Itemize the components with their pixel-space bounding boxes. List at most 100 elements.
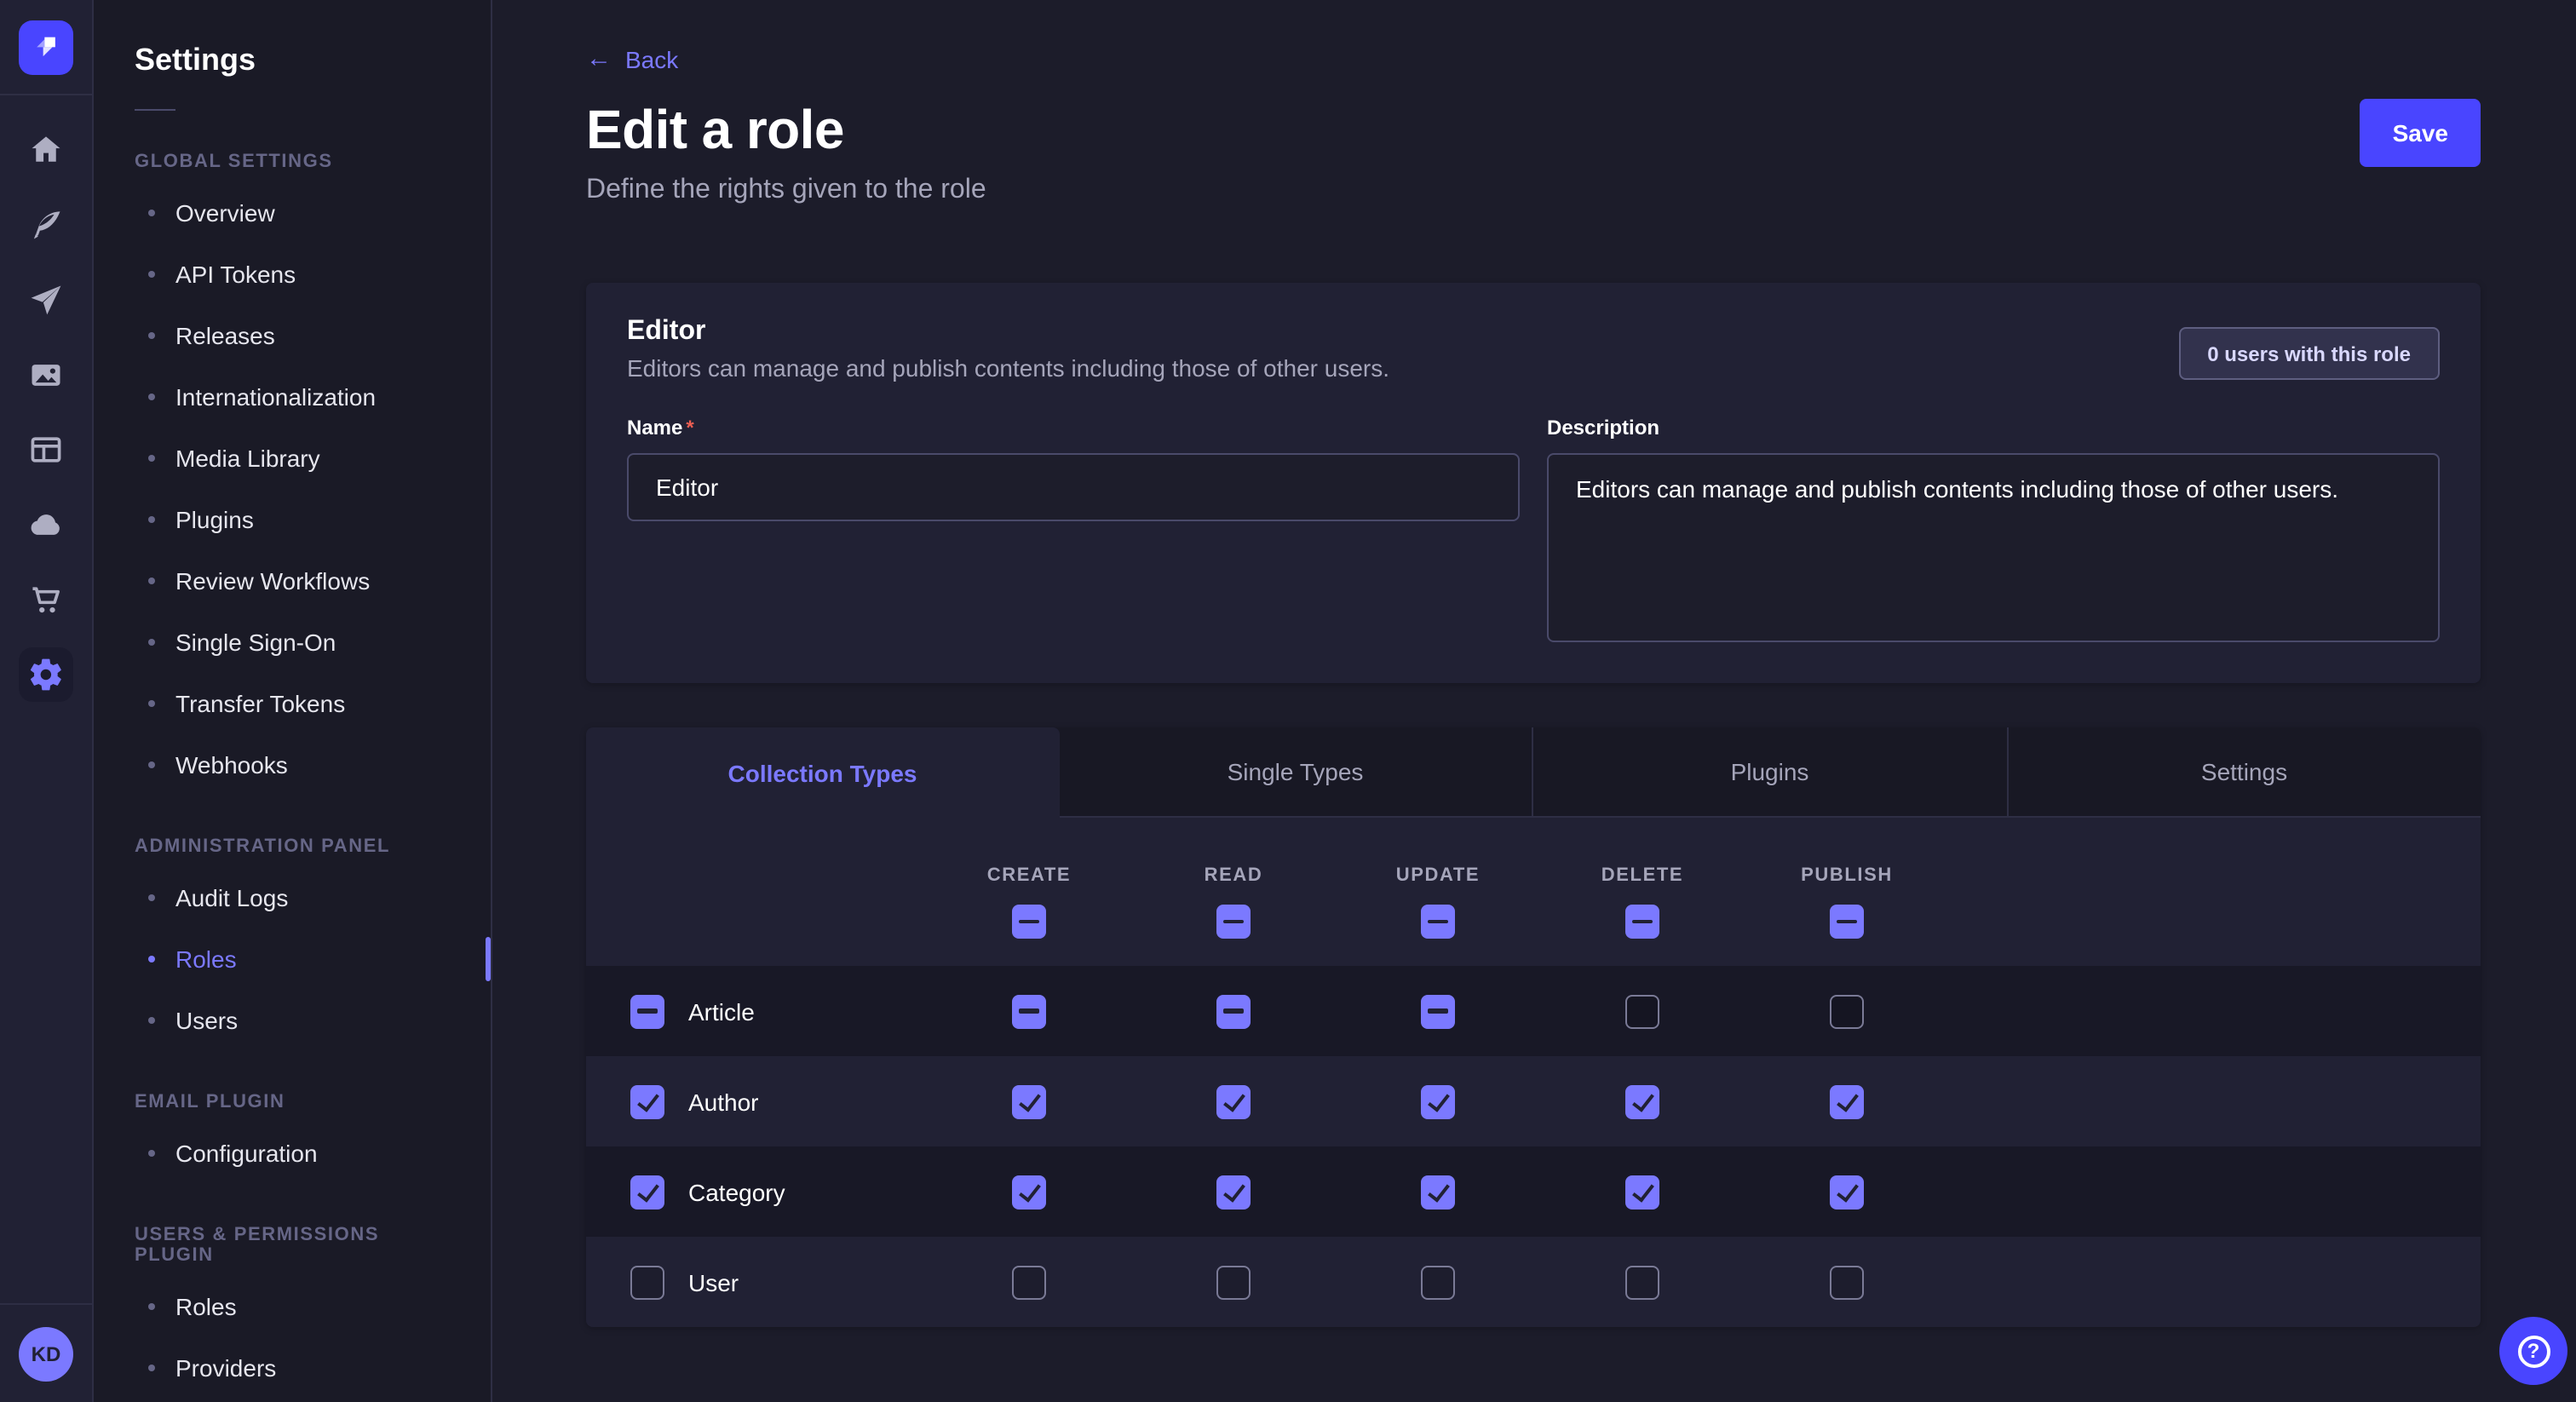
save-button[interactable]: Save [2360,99,2481,167]
sidebar-item-transfer-tokens[interactable]: Transfer Tokens [135,673,450,734]
permissions-tabs: Collection Types Single Types Plugins Se… [586,727,2481,818]
author-create-checkbox[interactable] [1012,1084,1046,1118]
rail-bottom: KD [0,1303,92,1402]
tab-settings[interactable]: Settings [2006,727,2481,816]
sidebar-item-providers[interactable]: Providers [135,1337,450,1399]
table-row-category: Category [586,1146,2481,1237]
sidebar-item-webhooks[interactable]: Webhooks [135,734,450,796]
sidebar-item-audit-logs[interactable]: Audit Logs [135,867,450,928]
sidebar-item-review-workflows[interactable]: Review Workflows [135,550,450,612]
article-delete-checkbox[interactable] [1625,994,1659,1028]
user-publish-checkbox[interactable] [1830,1265,1864,1299]
user-update-checkbox[interactable] [1421,1265,1455,1299]
bullet-icon [148,210,155,216]
description-textarea[interactable]: Editors can manage and publish contents … [1547,453,2440,642]
select-all-row [586,905,2481,939]
select-all-update-checkbox[interactable] [1421,905,1455,939]
home-icon[interactable] [19,123,73,177]
divider [135,109,175,111]
settings-icon[interactable] [19,647,73,702]
bullet-icon [148,455,155,462]
name-label: Name* [627,416,1520,440]
back-label: Back [625,45,678,72]
permissions-rows: Article Author [586,966,2481,1327]
select-all-read-checkbox[interactable] [1216,905,1251,939]
rail-nav [19,123,73,1303]
select-all-create-checkbox[interactable] [1012,905,1046,939]
table-row-user: User [586,1237,2481,1327]
sidebar-item-api-tokens[interactable]: API Tokens [135,244,450,305]
bullet-icon [148,894,155,901]
author-update-checkbox[interactable] [1421,1084,1455,1118]
sidebar-item-internationalization[interactable]: Internationalization [135,366,450,428]
sidebar-item-overview[interactable]: Overview [135,182,450,244]
bullet-icon [148,956,155,962]
bullet-icon [148,394,155,400]
section-administration-panel: ADMINISTRATION PANEL [135,836,450,857]
category-delete-checkbox[interactable] [1625,1175,1659,1209]
table-row-author: Author [586,1056,2481,1146]
permissions-table: CREATE READ UPDATE DELETE PUBLISH [586,818,2481,1327]
users-with-role-badge[interactable]: 0 users with this role [2178,327,2440,380]
avatar[interactable]: KD [19,1326,73,1381]
bullet-icon [148,700,155,707]
user-row-checkbox[interactable] [630,1265,664,1299]
column-header-create: CREATE [927,865,1131,886]
users-permissions-list: Roles Providers [135,1276,450,1399]
description-field-group: Description Editors can manage and publi… [1547,416,2440,642]
sidebar-item-releases[interactable]: Releases [135,305,450,366]
description-label: Description [1547,416,2440,440]
author-delete-checkbox[interactable] [1625,1084,1659,1118]
sidebar-item-plugins[interactable]: Plugins [135,489,450,550]
main-content: ← Back Edit a role Define the rights giv… [492,0,2576,1402]
content-manager-icon[interactable] [19,422,73,477]
role-card-header: Editor Editors can manage and publish co… [627,317,2440,382]
article-update-checkbox[interactable] [1421,994,1455,1028]
article-read-checkbox[interactable] [1216,994,1251,1028]
cloud-icon[interactable] [19,497,73,552]
page-title: Edit a role [586,99,986,162]
administration-panel-list: Audit Logs Roles Users [135,867,450,1051]
user-delete-checkbox[interactable] [1625,1265,1659,1299]
author-row-checkbox[interactable] [630,1084,664,1118]
bullet-icon [148,577,155,584]
category-create-checkbox[interactable] [1012,1175,1046,1209]
section-global-settings: GLOBAL SETTINGS [135,152,450,172]
user-read-checkbox[interactable] [1216,1265,1251,1299]
tab-plugins[interactable]: Plugins [1532,727,2006,816]
media-library-icon[interactable] [19,348,73,402]
strapi-logo-icon [29,27,63,66]
sidebar-item-configuration[interactable]: Configuration [135,1123,450,1184]
user-create-checkbox[interactable] [1012,1265,1046,1299]
tab-collection-types[interactable]: Collection Types [586,727,1059,819]
sidebar-item-media-library[interactable]: Media Library [135,428,450,489]
back-link[interactable]: ← Back [586,45,678,72]
article-row-checkbox[interactable] [630,994,664,1028]
category-row-checkbox[interactable] [630,1175,664,1209]
column-header-delete: DELETE [1540,865,1745,886]
select-all-publish-checkbox[interactable] [1830,905,1864,939]
category-publish-checkbox[interactable] [1830,1175,1864,1209]
author-read-checkbox[interactable] [1216,1084,1251,1118]
sidebar-item-users[interactable]: Users [135,990,450,1051]
tab-single-types[interactable]: Single Types [1059,727,1532,816]
bullet-icon [148,1303,155,1310]
marketplace-icon[interactable] [19,572,73,627]
article-publish-checkbox[interactable] [1830,994,1864,1028]
help-button[interactable]: ? [2499,1317,2567,1385]
name-input[interactable] [627,453,1520,521]
deploy-icon[interactable] [19,273,73,327]
strapi-logo[interactable] [19,20,73,74]
bullet-icon [148,1150,155,1157]
category-update-checkbox[interactable] [1421,1175,1455,1209]
sidebar-item-single-sign-on[interactable]: Single Sign-On [135,612,450,673]
content-type-builder-icon[interactable] [19,198,73,252]
required-asterisk: * [686,416,693,440]
category-read-checkbox[interactable] [1216,1175,1251,1209]
author-publish-checkbox[interactable] [1830,1084,1864,1118]
select-all-delete-checkbox[interactable] [1625,905,1659,939]
article-create-checkbox[interactable] [1012,994,1046,1028]
role-card: Editor Editors can manage and publish co… [586,283,2481,683]
sidebar-item-up-roles[interactable]: Roles [135,1276,450,1337]
sidebar-item-roles[interactable]: Roles [135,928,450,990]
